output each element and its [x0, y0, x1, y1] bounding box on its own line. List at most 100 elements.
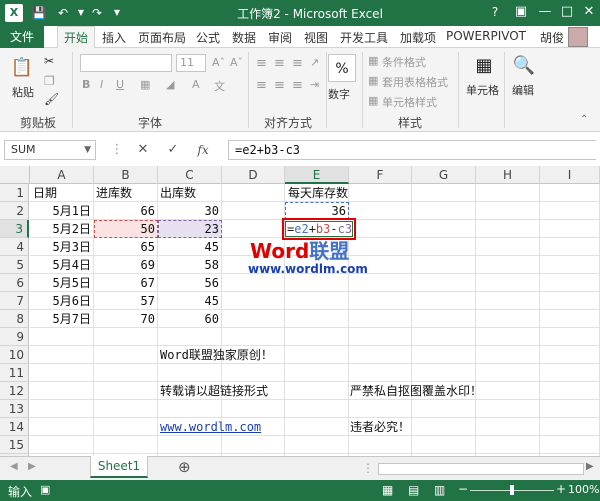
cell-in[interactable]: 66 [94, 202, 158, 220]
row-header-3[interactable]: 3 [0, 220, 29, 238]
row-header-15[interactable]: 15 [0, 436, 29, 454]
cell-in[interactable]: 67 [94, 274, 158, 292]
sheet-tab-sheet1[interactable]: Sheet1 [90, 456, 148, 478]
scroll-right-icon[interactable]: ▶ [586, 461, 594, 472]
column-header-c[interactable]: C [158, 166, 222, 184]
column-header-a[interactable]: A [30, 166, 94, 184]
cut-icon[interactable]: ✂ [44, 54, 54, 68]
name-box-dropdown-icon[interactable]: ▼ [84, 141, 91, 159]
save-icon[interactable]: 💾 [30, 4, 48, 22]
horizontal-scrollbar[interactable] [378, 463, 584, 475]
column-header-i[interactable]: I [540, 166, 600, 184]
header-in[interactable]: 进库数 [96, 184, 132, 202]
close-button[interactable]: ✕ [578, 2, 600, 22]
row-header-6[interactable]: 6 [0, 274, 29, 292]
new-sheet-button[interactable]: ⊕ [178, 458, 191, 476]
next-sheet-icon[interactable]: ▶ [28, 461, 36, 472]
cell-date[interactable]: 5月6日 [30, 292, 94, 310]
zoom-slider-thumb[interactable] [510, 485, 514, 495]
paste-icon[interactable]: 📋 [8, 54, 36, 82]
tab-home[interactable]: 开始 [57, 26, 95, 49]
cell-out[interactable]: 56 [158, 274, 222, 292]
tab-view[interactable]: 视图 [304, 29, 328, 46]
indent-icon[interactable]: ⇥ [310, 78, 319, 91]
align-center-icon[interactable]: ≡ [274, 78, 285, 93]
edit-cell-e3[interactable]: =e2+b3-c3 [285, 221, 353, 237]
row-header-11[interactable]: 11 [0, 364, 29, 382]
tab-powerpivot[interactable]: POWERPIVOT [446, 29, 526, 43]
row-header-1[interactable]: 1 [0, 184, 29, 202]
tab-file[interactable]: 文件 [0, 26, 44, 48]
avatar[interactable] [568, 27, 588, 47]
find-icon[interactable]: 🔍 [510, 52, 538, 80]
tab-formulas[interactable]: 公式 [196, 29, 220, 46]
tab-developer[interactable]: 开发工具 [340, 29, 388, 46]
prev-sheet-icon[interactable]: ◀ [10, 461, 18, 472]
cell-in[interactable]: 65 [94, 238, 158, 256]
align-middle-icon[interactable]: ≡ [274, 56, 285, 71]
macro-record-icon[interactable]: ▣ [40, 483, 50, 496]
borders-icon[interactable]: ▦ [140, 78, 150, 91]
row-header-7[interactable]: 7 [0, 292, 29, 310]
font-color-icon[interactable]: A [192, 78, 200, 91]
cell-date[interactable]: 5月4日 [30, 256, 94, 274]
orientation-icon[interactable]: ↗ [310, 56, 319, 69]
fill-color-icon[interactable]: ◢ [166, 78, 174, 91]
header-stock[interactable]: 每天库存数 [288, 184, 348, 202]
row-header-8[interactable]: 8 [0, 310, 29, 328]
minimize-button[interactable]: — [534, 2, 556, 22]
percent-icon[interactable]: % [328, 54, 356, 82]
align-bottom-icon[interactable]: ≡ [292, 56, 303, 71]
header-date[interactable]: 日期 [33, 184, 57, 202]
tab-review[interactable]: 审阅 [268, 29, 292, 46]
zoom-level[interactable]: 100% [568, 483, 599, 496]
font-name-combo[interactable] [80, 54, 172, 72]
note-repost[interactable]: 转载请以超链接形式 [160, 382, 268, 400]
column-header-d[interactable]: D [222, 166, 285, 184]
underline-icon[interactable]: U [116, 78, 124, 91]
note-forbid[interactable]: 严禁私自抠图覆盖水印！ [350, 382, 482, 400]
column-header-h[interactable]: H [476, 166, 540, 184]
user-name[interactable]: 胡俊 [540, 29, 564, 46]
paste-button[interactable]: 粘贴 [12, 84, 34, 100]
note-link[interactable]: www.wordlm.com [160, 418, 261, 436]
italic-icon[interactable]: I [100, 78, 103, 91]
tab-page-layout[interactable]: 页面布局 [138, 29, 186, 46]
cell-out[interactable]: 30 [158, 202, 222, 220]
cell-out[interactable]: 45 [158, 238, 222, 256]
row-header-9[interactable]: 9 [0, 328, 29, 346]
maximize-button[interactable]: □ [556, 2, 578, 22]
enter-icon[interactable]: ✓ [164, 141, 182, 159]
tab-insert[interactable]: 插入 [102, 29, 126, 46]
cells-button[interactable]: 单元格 [466, 82, 499, 98]
select-all-corner[interactable] [0, 166, 30, 184]
copy-icon[interactable]: ❐ [44, 74, 55, 88]
redo-icon[interactable]: ↷ [88, 4, 106, 22]
align-left-icon[interactable]: ≡ [256, 78, 267, 93]
cell-date[interactable]: 5月5日 [30, 274, 94, 292]
shrink-font-icon[interactable]: Aˇ [230, 56, 243, 69]
tab-data[interactable]: 数据 [232, 29, 256, 46]
cell-out[interactable]: 45 [158, 292, 222, 310]
zoom-out-icon[interactable]: − [458, 482, 468, 496]
ribbon-display-icon[interactable]: ▣ [510, 2, 532, 22]
note-original[interactable]: Word联盟独家原创！ [160, 346, 273, 364]
formula-input[interactable]: =e2+b3-c3 [228, 140, 596, 160]
normal-view-icon[interactable]: ▦ [382, 483, 393, 497]
name-box[interactable]: SUM ▼ [4, 140, 96, 160]
cell-date[interactable]: 5月3日 [30, 238, 94, 256]
customize-qat-icon[interactable]: ▼ [108, 4, 126, 22]
row-header-2[interactable]: 2 [0, 202, 29, 220]
row-header-13[interactable]: 13 [0, 400, 29, 418]
cell-in[interactable]: 69 [94, 256, 158, 274]
cell-date[interactable]: 5月7日 [30, 310, 94, 328]
cell-out[interactable]: 58 [158, 256, 222, 274]
note-violate[interactable]: 违者必究！ [350, 418, 410, 436]
header-out[interactable]: 出库数 [160, 184, 196, 202]
conditional-format-button[interactable]: 条件格式 [382, 54, 426, 70]
grow-font-icon[interactable]: Aˆ [212, 56, 225, 69]
help-button[interactable]: ? [484, 2, 506, 22]
cell-styles-button[interactable]: 单元格样式 [382, 94, 437, 110]
font-size-combo[interactable]: 11 [176, 54, 206, 72]
bold-icon[interactable]: B [82, 78, 90, 91]
